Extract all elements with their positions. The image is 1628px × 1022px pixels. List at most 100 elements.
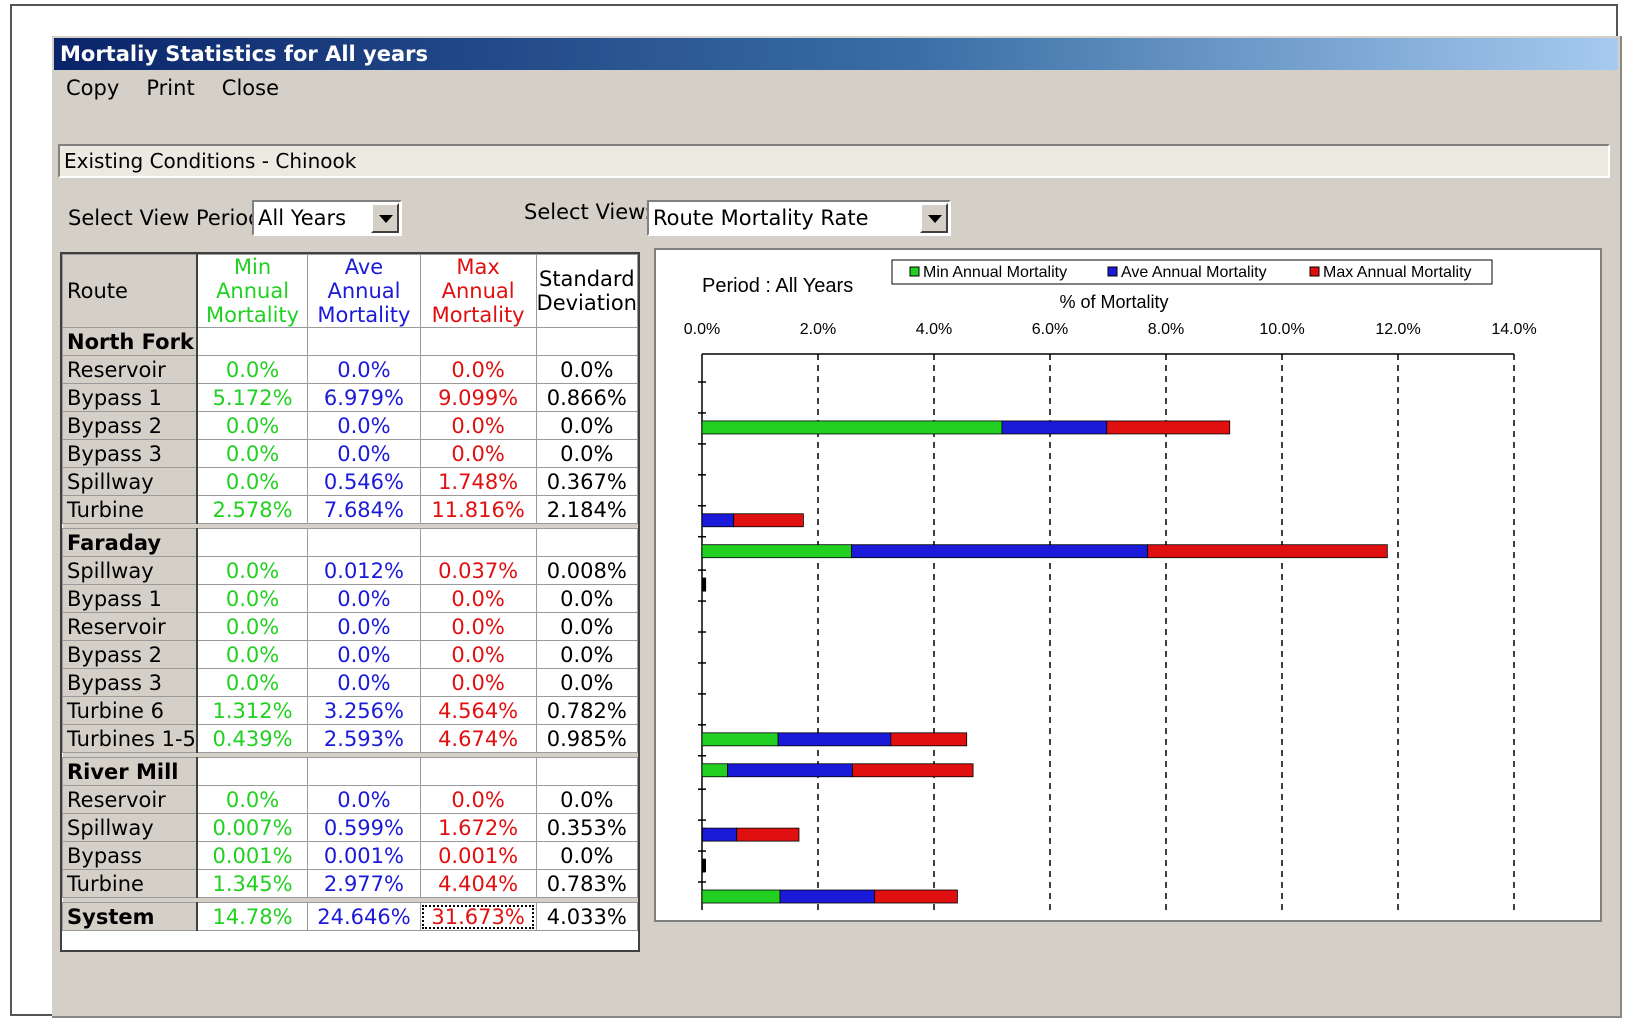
max-value[interactable]: 0.0% xyxy=(419,355,537,384)
table-row[interactable]: Reservoir 0.0% 0.0% 0.0% 0.0% xyxy=(61,612,639,641)
min-value[interactable]: 0.0% xyxy=(196,612,309,641)
ave-value[interactable]: 0.012% xyxy=(307,556,421,585)
max-value[interactable]: 0.0% xyxy=(419,640,537,669)
system-row[interactable]: System 14.78% 24.646% 31.673% 4.033% xyxy=(61,902,639,931)
view-dropdown-arrow-icon[interactable] xyxy=(920,203,948,233)
table-row[interactable]: Reservoir 0.0% 0.0% 0.0% 0.0% xyxy=(61,355,639,384)
ave-value[interactable]: 0.0% xyxy=(307,612,421,641)
ave-value[interactable]: 3.256% xyxy=(307,696,421,725)
route-name[interactable]: Bypass 3 xyxy=(61,668,198,697)
table-row[interactable]: Bypass 1 5.172% 6.979% 9.099% 0.866% xyxy=(61,383,639,412)
route-name[interactable]: Reservoir xyxy=(61,355,198,384)
ave-value[interactable]: 0.0% xyxy=(307,584,421,613)
system-ave[interactable]: 24.646% xyxy=(307,902,421,931)
route-name[interactable]: Bypass 2 xyxy=(61,640,198,669)
route-name[interactable]: Turbines 1-5 xyxy=(61,724,198,753)
route-name[interactable]: Turbine 6 xyxy=(61,696,198,725)
table-row[interactable]: Bypass 2 0.0% 0.0% 0.0% 0.0% xyxy=(61,411,639,440)
std-value[interactable]: 2.184% xyxy=(535,495,639,524)
ave-value[interactable]: 0.0% xyxy=(307,439,421,468)
period-dropdown-arrow-icon[interactable] xyxy=(371,203,399,233)
max-value[interactable]: 0.0% xyxy=(419,411,537,440)
statistics-grid[interactable]: Route Min Annual Mortality Ave Annual Mort… xyxy=(60,252,640,952)
ave-value[interactable]: 0.001% xyxy=(307,841,421,870)
route-name[interactable]: Reservoir xyxy=(61,612,198,641)
min-value[interactable]: 0.0% xyxy=(196,640,309,669)
route-name[interactable]: Bypass xyxy=(61,841,198,870)
table-row[interactable]: Bypass 0.001% 0.001% 0.001% 0.0% xyxy=(61,841,639,870)
menu-close[interactable]: Close xyxy=(222,76,279,100)
ave-value[interactable]: 0.0% xyxy=(307,640,421,669)
max-value[interactable]: 0.037% xyxy=(419,556,537,585)
ave-value[interactable]: 0.599% xyxy=(307,813,421,842)
min-value[interactable]: 2.578% xyxy=(196,495,309,524)
min-value[interactable]: 0.007% xyxy=(196,813,309,842)
menu-copy[interactable]: Copy xyxy=(66,76,119,100)
max-value[interactable]: 0.0% xyxy=(419,584,537,613)
min-value[interactable]: 0.0% xyxy=(196,467,309,496)
route-name[interactable]: Spillway xyxy=(61,467,198,496)
table-row[interactable]: Turbines 1-5 0.439% 2.593% 4.674% 0.985% xyxy=(61,724,639,753)
std-value[interactable]: 0.0% xyxy=(535,612,639,641)
route-name[interactable]: Turbine xyxy=(61,869,198,898)
max-value[interactable]: 0.001% xyxy=(419,841,537,870)
std-value[interactable]: 0.0% xyxy=(535,841,639,870)
std-value[interactable]: 0.353% xyxy=(535,813,639,842)
max-value[interactable]: 0.0% xyxy=(419,668,537,697)
min-value[interactable]: 1.345% xyxy=(196,869,309,898)
min-value[interactable]: 0.001% xyxy=(196,841,309,870)
period-select[interactable]: All Years xyxy=(252,200,402,236)
ave-value[interactable]: 0.0% xyxy=(307,355,421,384)
menu-print[interactable]: Print xyxy=(146,76,194,100)
std-value[interactable]: 0.866% xyxy=(535,383,639,412)
ave-value[interactable]: 2.593% xyxy=(307,724,421,753)
max-value[interactable]: 4.674% xyxy=(419,724,537,753)
min-value[interactable]: 1.312% xyxy=(196,696,309,725)
min-value[interactable]: 0.0% xyxy=(196,668,309,697)
table-row[interactable]: Turbine 6 1.312% 3.256% 4.564% 0.782% xyxy=(61,696,639,725)
route-name[interactable]: Bypass 3 xyxy=(61,439,198,468)
system-min[interactable]: 14.78% xyxy=(196,902,309,931)
std-value[interactable]: 0.985% xyxy=(535,724,639,753)
max-value[interactable]: 1.748% xyxy=(419,467,537,496)
route-name[interactable]: Bypass 2 xyxy=(61,411,198,440)
min-value[interactable]: 0.0% xyxy=(196,355,309,384)
max-value[interactable]: 0.0% xyxy=(419,785,537,814)
ave-value[interactable]: 0.0% xyxy=(307,785,421,814)
std-value[interactable]: 0.0% xyxy=(535,411,639,440)
std-value[interactable]: 0.0% xyxy=(535,439,639,468)
min-value[interactable]: 0.439% xyxy=(196,724,309,753)
route-name[interactable]: Turbine xyxy=(61,495,198,524)
view-select[interactable]: Route Mortality Rate xyxy=(647,200,951,236)
std-value[interactable]: 0.0% xyxy=(535,640,639,669)
std-value[interactable]: 0.782% xyxy=(535,696,639,725)
std-value[interactable]: 0.783% xyxy=(535,869,639,898)
std-value[interactable]: 0.0% xyxy=(535,785,639,814)
table-row[interactable]: Bypass 3 0.0% 0.0% 0.0% 0.0% xyxy=(61,439,639,468)
min-value[interactable]: 0.0% xyxy=(196,556,309,585)
min-value[interactable]: 0.0% xyxy=(196,584,309,613)
route-name[interactable]: Reservoir xyxy=(61,785,198,814)
table-row[interactable]: Turbine 1.345% 2.977% 4.404% 0.783% xyxy=(61,869,639,898)
std-value[interactable]: 0.367% xyxy=(535,467,639,496)
ave-value[interactable]: 0.0% xyxy=(307,411,421,440)
table-row[interactable]: Spillway 0.0% 0.546% 1.748% 0.367% xyxy=(61,467,639,496)
max-value[interactable]: 11.816% xyxy=(419,495,537,524)
min-value[interactable]: 0.0% xyxy=(196,411,309,440)
table-row[interactable]: Bypass 1 0.0% 0.0% 0.0% 0.0% xyxy=(61,584,639,613)
ave-value[interactable]: 7.684% xyxy=(307,495,421,524)
min-value[interactable]: 0.0% xyxy=(196,439,309,468)
std-value[interactable]: 0.0% xyxy=(535,668,639,697)
table-row[interactable]: Bypass 2 0.0% 0.0% 0.0% 0.0% xyxy=(61,640,639,669)
max-value[interactable]: 1.672% xyxy=(419,813,537,842)
min-value[interactable]: 0.0% xyxy=(196,785,309,814)
max-value[interactable]: 4.404% xyxy=(419,869,537,898)
route-name[interactable]: Bypass 1 xyxy=(61,584,198,613)
std-value[interactable]: 0.0% xyxy=(535,355,639,384)
table-row[interactable]: Bypass 3 0.0% 0.0% 0.0% 0.0% xyxy=(61,668,639,697)
max-value[interactable]: 9.099% xyxy=(419,383,537,412)
min-value[interactable]: 5.172% xyxy=(196,383,309,412)
table-row[interactable]: Turbine 2.578% 7.684% 11.816% 2.184% xyxy=(61,495,639,524)
max-value[interactable]: 0.0% xyxy=(419,612,537,641)
std-value[interactable]: 0.0% xyxy=(535,584,639,613)
